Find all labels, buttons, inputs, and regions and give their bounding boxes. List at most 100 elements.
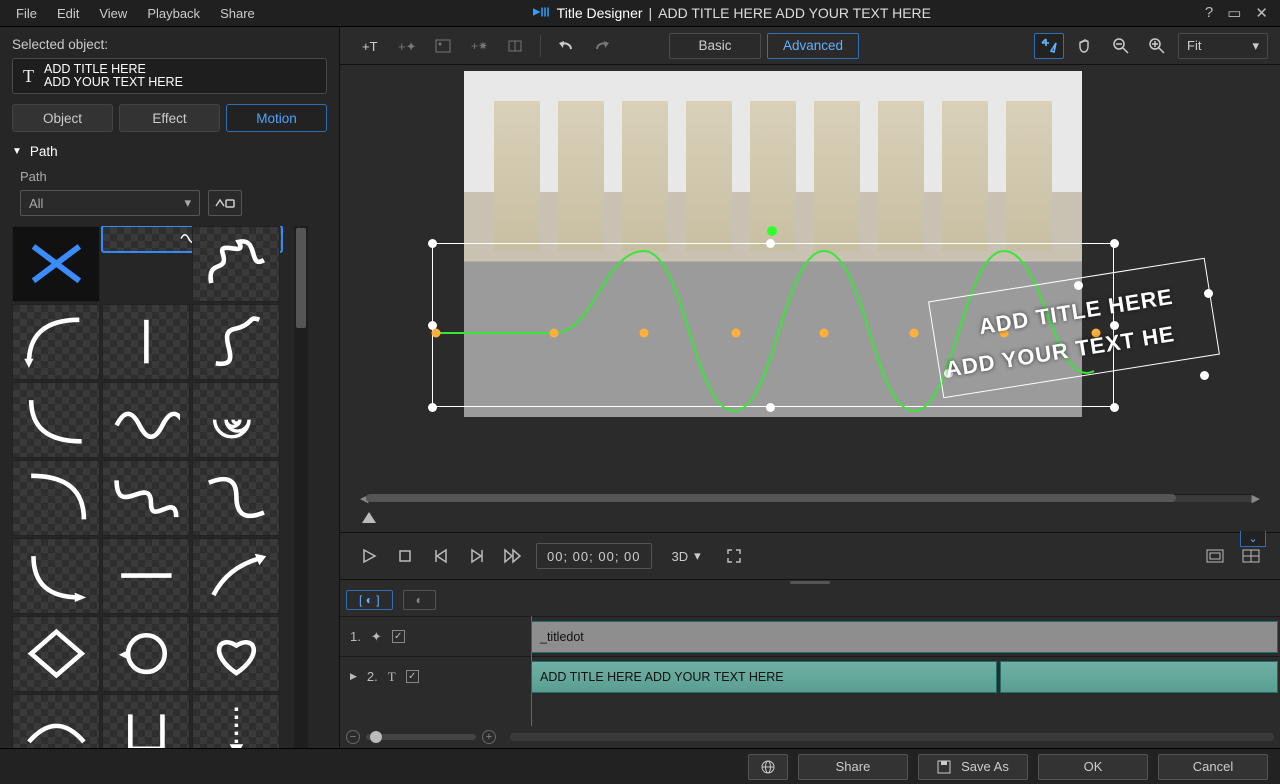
path-spiral[interactable] (192, 382, 280, 458)
mode-advanced-button[interactable]: Advanced (767, 33, 859, 59)
save-as-button[interactable]: Save As (918, 754, 1028, 780)
keyframe-mode-b-button[interactable]: ◐ (403, 590, 436, 610)
document-title: ADD TITLE HERE ADD YOUR TEXT HERE (658, 5, 931, 21)
prev-frame-icon[interactable] (428, 543, 454, 569)
stop-icon[interactable] (392, 543, 418, 569)
collapse-timeline-icon[interactable]: ⌄ (1240, 531, 1266, 547)
maximize-icon[interactable]: ▭ (1227, 4, 1241, 22)
path-arrow-diag[interactable] (192, 538, 280, 614)
left-panel: Selected object: T ADD TITLE HERE ADD YO… (0, 27, 340, 748)
path-heart[interactable] (192, 616, 280, 692)
path-vertical[interactable] (102, 304, 190, 380)
guides-icon[interactable] (500, 33, 530, 59)
fast-forward-icon[interactable] (500, 543, 526, 569)
fullscreen-icon[interactable] (721, 543, 747, 569)
path-s-curve[interactable] (192, 304, 280, 380)
timecode-display[interactable]: 00; 00; 00; 00 (536, 543, 652, 569)
add-particle-icon[interactable]: +✦ (392, 33, 422, 59)
next-frame-icon[interactable] (464, 543, 490, 569)
path-snake[interactable] (192, 460, 280, 536)
preview-toolbar: +T +✦ +✷ Basic Advanced Fit▾ (340, 27, 1280, 65)
track-number: 2. (367, 669, 378, 684)
mode-basic-button[interactable]: Basic (669, 33, 761, 59)
chevron-down-icon: ▾ (694, 548, 701, 564)
clip-title-segment-a[interactable]: ADD TITLE HERE ADD YOUR TEXT HERE (531, 661, 997, 693)
undo-icon[interactable] (551, 33, 581, 59)
path-circle-loop[interactable] (102, 616, 190, 692)
add-shape-icon[interactable]: +✷ (464, 33, 494, 59)
svg-text:+T: +T (362, 39, 378, 54)
menu-edit[interactable]: Edit (47, 3, 89, 24)
path-section-label: Path (30, 144, 58, 159)
close-icon[interactable]: ✕ (1255, 4, 1268, 22)
path-wave2[interactable] (102, 382, 190, 458)
path-dotted-down[interactable] (192, 694, 280, 748)
timeline-hscroll[interactable] (510, 733, 1274, 741)
left-tabs: Object Effect Motion (12, 104, 327, 132)
add-text-icon[interactable]: +T (356, 33, 386, 59)
tab-object[interactable]: Object (12, 104, 113, 132)
path-section-header[interactable]: ▼ Path (12, 140, 327, 163)
add-image-icon[interactable] (428, 33, 458, 59)
svg-text:+✷: +✷ (471, 39, 487, 53)
cancel-button[interactable]: Cancel (1158, 754, 1268, 780)
path-horizontal[interactable] (102, 538, 190, 614)
path-big-wave[interactable] (102, 460, 190, 536)
path-arc-swoop[interactable] (12, 382, 100, 458)
safe-zone-icon[interactable] (1202, 543, 1228, 569)
scroll-right-icon[interactable]: ▶ (1252, 492, 1260, 505)
playback-bar: ⌄ 00; 00; 00; 00 3D▾ (340, 532, 1280, 580)
share-button[interactable]: Share (798, 754, 908, 780)
path-scribble[interactable] (192, 226, 280, 302)
clip-titledot[interactable]: _titledot (531, 621, 1278, 653)
path-none[interactable] (12, 226, 100, 302)
track-number: 1. (350, 629, 361, 644)
path-hump[interactable] (12, 694, 100, 748)
track-visible-checkbox[interactable]: ✓ (392, 630, 405, 643)
zoom-out-icon[interactable] (1106, 33, 1136, 59)
expand-track-icon[interactable]: ▶ (350, 671, 357, 682)
help-icon[interactable]: ? (1205, 4, 1213, 22)
move-tool-icon[interactable] (1034, 33, 1064, 59)
tab-motion[interactable]: Motion (226, 104, 327, 132)
path-preset-grid (12, 226, 290, 748)
path-arc-left[interactable] (12, 304, 100, 380)
chevron-down-icon: ▾ (184, 195, 191, 211)
path-diamond[interactable] (12, 616, 100, 692)
track-visible-checkbox[interactable]: ✓ (406, 670, 419, 683)
path-filter-select[interactable]: All ▾ (20, 190, 200, 216)
zoom-in-icon[interactable] (1142, 33, 1172, 59)
scrub-handle-icon[interactable] (362, 512, 376, 523)
path-curve-arrow[interactable] (12, 538, 100, 614)
keyframe-mode-a-button[interactable]: [ ◐ ] (346, 590, 393, 610)
preview-scroll[interactable]: ◀ ▶ (354, 492, 1266, 532)
timeline-zoom-slider[interactable] (366, 734, 476, 740)
menu-playback[interactable]: Playback (137, 3, 210, 24)
clip-title-segment-b[interactable] (1000, 661, 1278, 693)
path-swoop-down[interactable] (12, 460, 100, 536)
path-square-u[interactable] (102, 694, 190, 748)
title-sep: | (649, 5, 653, 21)
text-track-icon: T (388, 669, 396, 685)
3d-mode-select[interactable]: 3D▾ (662, 543, 711, 569)
left-scrollbar[interactable] (294, 226, 308, 748)
import-path-button[interactable] (208, 190, 242, 216)
tab-effect[interactable]: Effect (119, 104, 220, 132)
zoom-select[interactable]: Fit▾ (1178, 33, 1268, 59)
menu-file[interactable]: File (6, 3, 47, 24)
redo-icon[interactable] (587, 33, 617, 59)
hand-tool-icon[interactable] (1070, 33, 1100, 59)
preview-stage[interactable]: ADD TITLE HERE ADD YOUR TEXT HE (354, 71, 1266, 492)
zoom-in-timeline-icon[interactable]: + (482, 730, 496, 744)
menu-share[interactable]: Share (210, 3, 265, 24)
menu-view[interactable]: View (89, 3, 137, 24)
drag-handle-icon[interactable] (790, 581, 830, 584)
selected-object-field[interactable]: T ADD TITLE HERE ADD YOUR TEXT HERE (12, 58, 327, 94)
zoom-out-timeline-icon[interactable]: − (346, 730, 360, 744)
share-globe-button[interactable] (748, 754, 788, 780)
window-title: Title Designer | ADD TITLE HERE ADD YOUR… (265, 5, 1199, 21)
play-icon[interactable] (356, 543, 382, 569)
ok-button[interactable]: OK (1038, 754, 1148, 780)
path-filter-label: Path (20, 169, 327, 184)
app-name: Title Designer (557, 5, 643, 21)
